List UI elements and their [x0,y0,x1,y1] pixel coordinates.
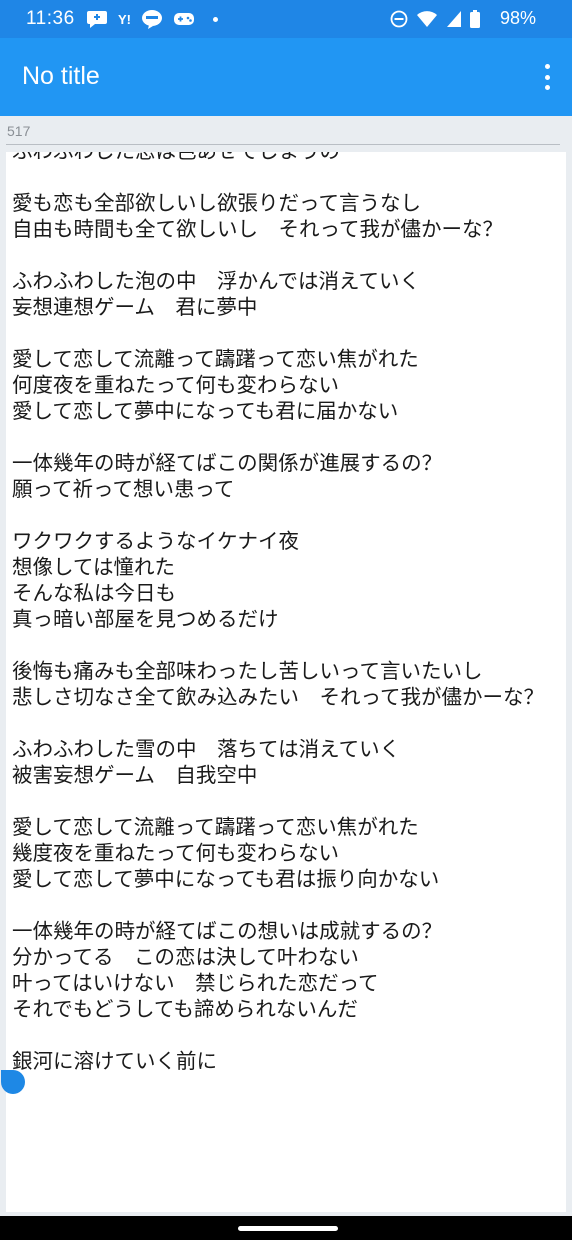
char-count: 517 [7,123,31,139]
count-divider [6,144,560,145]
line-icon [141,9,163,29]
page-title[interactable]: No title [22,62,100,91]
more-vert-icon[interactable] [538,62,556,92]
status-bar: 11:36 Y! 98% [0,0,572,38]
dot-icon [213,16,218,22]
more-dot [544,85,550,90]
status-time: 11:36 [26,8,75,29]
app-bar: No title [0,38,572,116]
notification-icons: Y! [86,8,218,30]
game-icon [173,11,195,27]
chat-icon [86,9,108,29]
yahoo-icon: Y! [118,11,131,27]
system-icons [390,8,480,30]
more-dot [544,64,550,69]
editor-content[interactable]: ふわふわした恋は色あせてしまうの 愛も恋も全部欲しいし欲張りだって言うなし 自由… [12,152,560,1074]
wifi-icon [416,10,438,28]
dnd-icon [390,10,408,28]
battery-percent: 98% [499,8,536,28]
more-dot [544,74,550,80]
cursor-handle[interactable] [0,1068,26,1098]
home-handle[interactable] [238,1226,338,1231]
signal-icon [446,10,462,28]
navigation-bar [0,1216,572,1240]
char-count-row: 517 [0,116,572,146]
text-editor[interactable]: ふわふわした恋は色あせてしまうの 愛も恋も全部欲しいし欲張りだって言うなし 自由… [6,152,566,1212]
battery-icon [470,10,480,28]
